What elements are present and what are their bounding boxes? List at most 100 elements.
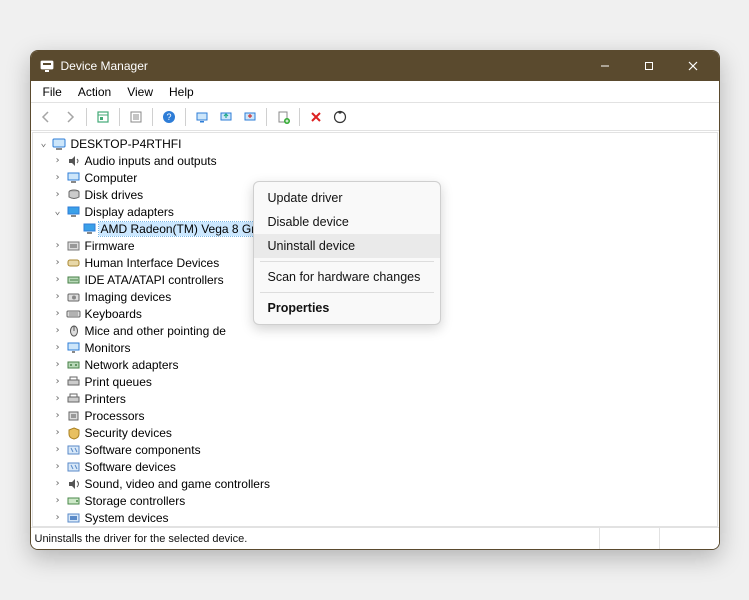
tree-caret[interactable]: › — [51, 376, 65, 387]
menu-file[interactable]: File — [35, 83, 70, 101]
status-text: Uninstalls the driver for the selected d… — [35, 533, 248, 545]
system-icon — [65, 511, 83, 525]
context-properties[interactable]: Properties — [254, 296, 440, 320]
context-menu: Update driver Disable device Uninstall d… — [253, 181, 441, 325]
firmware-icon — [65, 239, 83, 253]
tree-node-label: System devices — [83, 511, 173, 525]
context-separator — [260, 261, 434, 262]
menu-help[interactable]: Help — [161, 83, 202, 101]
toolbar-separator — [185, 108, 186, 126]
tree-category-printer[interactable]: ›Printers — [33, 390, 717, 407]
back-button[interactable] — [35, 106, 57, 128]
context-scan-hardware[interactable]: Scan for hardware changes — [254, 265, 440, 289]
uninstall-device-button[interactable] — [305, 106, 327, 128]
sound-icon — [65, 477, 83, 491]
context-uninstall-device[interactable]: Uninstall device — [254, 234, 440, 258]
status-cell — [599, 528, 659, 549]
printq-icon — [65, 375, 83, 389]
tree-caret[interactable]: › — [51, 393, 65, 404]
add-legacy-hardware-button[interactable] — [272, 106, 294, 128]
mouse-icon — [65, 324, 83, 338]
update-driver-button[interactable] — [215, 106, 237, 128]
tree-node-label: Monitors — [83, 341, 135, 355]
tree-category-audio[interactable]: › Audio inputs and outputs — [33, 152, 717, 169]
imaging-icon — [65, 290, 83, 304]
tree-caret[interactable]: › — [51, 240, 65, 251]
toolbar-separator — [266, 108, 267, 126]
tree-caret[interactable]: › — [51, 172, 65, 183]
tree-caret[interactable]: › — [51, 291, 65, 302]
tree-node-label: Security devices — [83, 426, 176, 440]
tree-category-usb[interactable]: ›Universal Serial Bus controllers — [33, 526, 717, 527]
tree-node-label: Imaging devices — [83, 290, 176, 304]
tree-category-network[interactable]: ›Network adapters — [33, 356, 717, 373]
tree-category-swcomp[interactable]: ›Software components — [33, 441, 717, 458]
tree-category-monitor[interactable]: › Monitors — [33, 339, 717, 356]
properties-button[interactable] — [125, 106, 147, 128]
window-title: Device Manager — [61, 59, 583, 73]
tree-caret[interactable]: › — [51, 478, 65, 489]
tree-node-label: Computer — [83, 171, 142, 185]
disable-device-button[interactable] — [239, 106, 261, 128]
tree-node-label: Disk drives — [83, 188, 148, 202]
toolbar-separator — [299, 108, 300, 126]
tree-caret[interactable]: › — [51, 410, 65, 421]
title-bar: Device Manager — [31, 51, 719, 81]
tree-caret[interactable]: › — [51, 342, 65, 353]
tree-caret[interactable]: › — [51, 189, 65, 200]
tree-category-swdev[interactable]: ›Software devices — [33, 458, 717, 475]
monitor-icon — [65, 341, 83, 355]
close-button[interactable] — [671, 51, 715, 81]
tree-category-security[interactable]: › Security devices — [33, 424, 717, 441]
tree-caret[interactable]: ⌄ — [51, 206, 65, 217]
help-button[interactable]: ? — [158, 106, 180, 128]
maximize-button[interactable] — [627, 51, 671, 81]
tree-caret[interactable]: › — [51, 325, 65, 336]
disk-icon — [65, 188, 83, 202]
show-hide-tree-button[interactable] — [92, 106, 114, 128]
tree-category-cpu[interactable]: ›Processors — [33, 407, 717, 424]
tree-node-label: Keyboards — [83, 307, 146, 321]
display-icon — [81, 222, 99, 236]
tree-caret[interactable]: ⌄ — [37, 138, 51, 149]
context-separator — [260, 292, 434, 293]
tree-caret[interactable]: › — [51, 444, 65, 455]
tree-root[interactable]: ⌄ DESKTOP-P4RTHFI — [33, 135, 717, 152]
tree-caret[interactable]: › — [51, 495, 65, 506]
tree-category-sound[interactable]: › Sound, video and game controllers — [33, 475, 717, 492]
scan-hardware-button[interactable] — [191, 106, 213, 128]
toolbar: ? — [31, 103, 719, 131]
root-icon — [51, 137, 69, 151]
tree-caret[interactable]: › — [51, 274, 65, 285]
tree-category-printq[interactable]: › Print queues — [33, 373, 717, 390]
tree-node-label: Mice and other pointing de — [83, 324, 230, 338]
tree-caret[interactable]: › — [51, 427, 65, 438]
tree-caret[interactable]: › — [51, 308, 65, 319]
toolbar-separator — [152, 108, 153, 126]
minimize-button[interactable] — [583, 51, 627, 81]
devices-by-connection-button[interactable] — [329, 106, 351, 128]
tree-node-label: Print queues — [83, 375, 156, 389]
hid-icon — [65, 256, 83, 270]
tree-node-label: Display adapters — [83, 205, 178, 219]
tree-caret[interactable]: › — [51, 257, 65, 268]
tree-node-label: Audio inputs and outputs — [83, 154, 221, 168]
context-disable-device[interactable]: Disable device — [254, 210, 440, 234]
tree-node-label: DESKTOP-P4RTHFI — [69, 137, 186, 151]
tree-caret[interactable]: › — [51, 359, 65, 370]
tree-category-storage[interactable]: ›Storage controllers — [33, 492, 717, 509]
context-update-driver[interactable]: Update driver — [254, 186, 440, 210]
tree-caret[interactable]: › — [51, 461, 65, 472]
display-icon — [65, 205, 83, 219]
forward-button[interactable] — [59, 106, 81, 128]
device-manager-window: Device Manager File Action View Help ? ⌄… — [30, 50, 720, 550]
tree-category-system[interactable]: › System devices — [33, 509, 717, 526]
tree-node-label: Firmware — [83, 239, 139, 253]
menu-action[interactable]: Action — [70, 83, 119, 101]
status-cell — [659, 528, 719, 549]
tree-node-label: Sound, video and game controllers — [83, 477, 274, 491]
menu-view[interactable]: View — [119, 83, 161, 101]
printer-icon — [65, 392, 83, 406]
tree-caret[interactable]: › — [51, 512, 65, 523]
tree-caret[interactable]: › — [51, 155, 65, 166]
